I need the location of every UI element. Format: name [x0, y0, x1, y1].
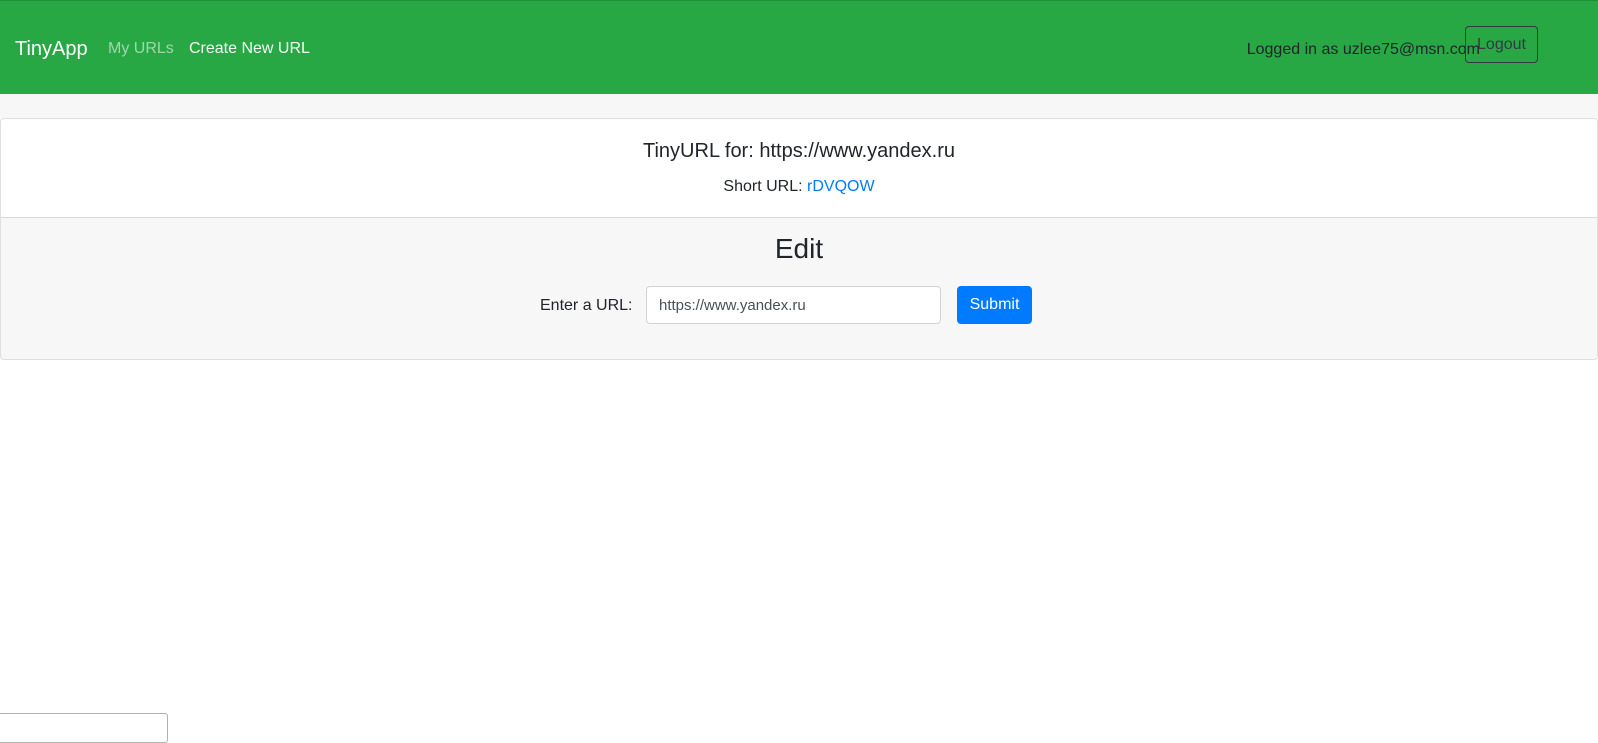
nav-my-urls[interactable]: My URLs [108, 39, 174, 58]
url-card-body: TinyURL for: https://www.yandex.ru Short… [1, 119, 1597, 217]
logged-in-status: Logged in as uzlee75@msn.com [1246, 41, 1480, 58]
short-url-link[interactable]: rDVQOW [807, 178, 875, 195]
edit-section: Edit Enter a URL: Submit [1, 217, 1597, 359]
nav-create-new-url[interactable]: Create New URL [189, 39, 310, 58]
url-input[interactable] [646, 286, 941, 324]
partial-element [0, 713, 168, 743]
edit-heading: Edit [774, 233, 824, 264]
short-url-line: Short URL: rDVQOW [1, 177, 1597, 196]
url-input-label: Enter a URL: [540, 297, 633, 314]
tinyurl-title: TinyURL for: https://www.yandex.ru [643, 140, 955, 162]
navbar: TinyApp My URLs Create New URL Logged in… [0, 0, 1598, 94]
brand-link[interactable]: TinyApp [15, 37, 88, 61]
page-spacer [0, 94, 1598, 118]
short-url-label: Short URL: [723, 178, 808, 195]
submit-button[interactable]: Submit [957, 286, 1032, 324]
url-card: TinyURL for: https://www.yandex.ru Short… [0, 118, 1598, 360]
logout-button[interactable]: Logout [1465, 26, 1538, 63]
